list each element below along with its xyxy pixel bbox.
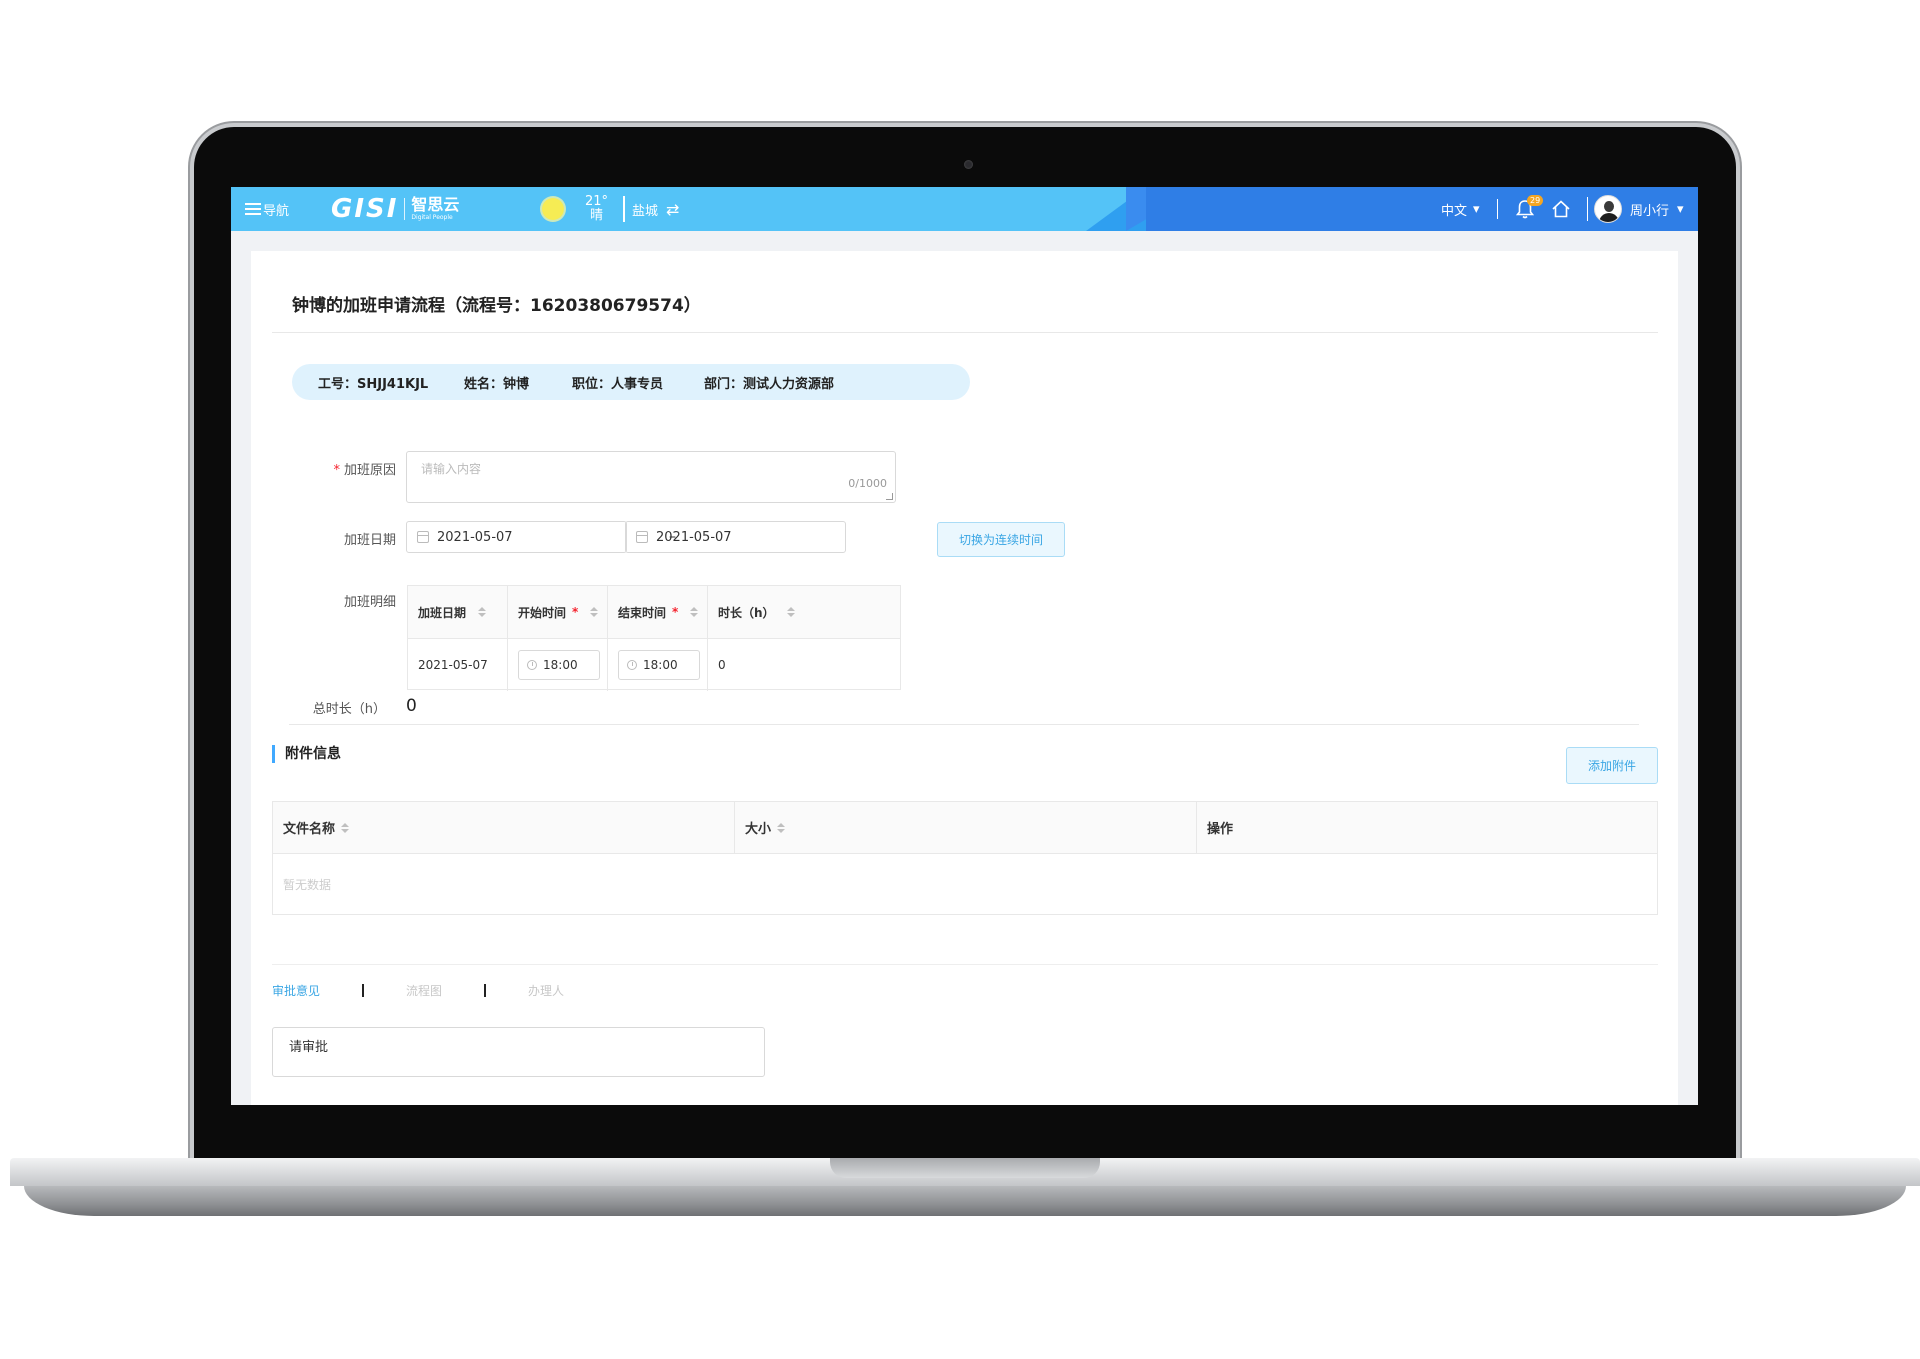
home-icon — [1552, 200, 1570, 218]
employee-id: 工号：SHJJ41KJL — [318, 376, 429, 392]
content-card: 钟博的加班申请流程（流程号：1620380679574） 工号：SHJJ41KJ… — [251, 251, 1678, 1105]
reason-label: * 加班原因 — [333, 463, 396, 478]
total-label: 总时长（h） — [312, 702, 386, 717]
tab-flowchart[interactable]: 流程图 — [406, 982, 442, 999]
logo-sub: Digital People — [411, 214, 453, 221]
attachments-section-title: 附件信息 — [272, 745, 341, 763]
sun-icon — [542, 187, 564, 231]
home-button[interactable] — [1551, 187, 1571, 231]
table-header: 加班日期 开始时间 * 结束时间 * 时长（h） — [408, 586, 900, 639]
approval-comment-value: 请审批 — [289, 1040, 329, 1055]
col-header-date[interactable]: 加班日期 — [408, 586, 508, 638]
date-end-value: 2021-05-07 — [656, 529, 732, 545]
language-label: 中文 — [1441, 203, 1468, 219]
logo-text: GISI — [331, 194, 399, 224]
sort-icon[interactable] — [590, 607, 599, 617]
notification-button[interactable]: 29 — [1516, 187, 1544, 231]
city-switcher[interactable]: 盐城 ⇄ — [632, 187, 679, 231]
col-header-hours[interactable]: 时长（h） — [708, 586, 808, 638]
user-name: 周小行 — [1630, 203, 1670, 219]
approval-tabs: 审批意见 流程图 办理人 — [272, 982, 564, 999]
start-time-input[interactable]: 18:00 — [518, 650, 600, 680]
language-select[interactable]: 中文 ▾ — [1441, 187, 1480, 231]
table-row: 2021-05-07 18:00 18:00 0 — [408, 639, 900, 691]
date-start-input[interactable]: 2021-05-07 — [406, 521, 627, 553]
sort-icon[interactable] — [478, 607, 487, 617]
employee-name: 姓名：钟博 — [464, 376, 530, 392]
chevron-down-icon: ▾ — [1677, 201, 1684, 217]
col-header-actions: 操作 — [1207, 822, 1234, 837]
sort-icon[interactable] — [777, 822, 786, 833]
reason-count: 0/1000 — [848, 477, 887, 490]
sort-icon[interactable] — [786, 607, 795, 617]
employee-position: 职位：人事专员 — [572, 376, 664, 392]
employee-info-bar: 工号：SHJJ41KJL 姓名：钟博 职位：人事专员 部门：测试人力资源部 — [292, 364, 970, 400]
approval-comment-textarea[interactable]: 请审批 — [272, 1027, 765, 1077]
table-header: 文件名称 大小 操作 — [273, 802, 1657, 854]
reason-placeholder: 请输入内容 — [421, 462, 482, 476]
chevron-down-icon: ▾ — [1473, 201, 1480, 217]
notification-badge: 29 — [1527, 195, 1544, 206]
empty-state-text: 暂无数据 — [283, 878, 332, 892]
clock-icon — [527, 660, 537, 670]
date-label: 加班日期 — [343, 533, 396, 548]
cell-hours: 0 — [718, 658, 726, 672]
col-header-filename[interactable]: 文件名称 — [273, 802, 735, 853]
top-navigation-bar: 导航 GISI 智思云 Digital People 21° 晴 盐城 ⇄ 中文… — [231, 187, 1698, 231]
hamburger-icon — [245, 203, 261, 215]
user-menu[interactable]: 周小行 ▾ — [1594, 187, 1684, 231]
total-value: 0 — [406, 696, 417, 716]
sort-icon[interactable] — [341, 822, 350, 833]
tab-handler[interactable]: 办理人 — [528, 982, 564, 999]
clock-icon — [627, 660, 637, 670]
cell-date: 2021-05-07 — [408, 639, 508, 691]
weather-desc: 晴 — [590, 208, 604, 223]
nav-label: 导航 — [263, 203, 290, 219]
laptop-notch — [830, 1158, 1100, 1178]
col-header-end[interactable]: 结束时间 * — [608, 586, 708, 638]
add-attachment-button[interactable]: 添加附件 — [1566, 747, 1658, 784]
page-title: 钟博的加班申请流程（流程号：1620380679574） — [292, 296, 701, 316]
col-header-start[interactable]: 开始时间 * — [508, 586, 608, 638]
switch-arrows-icon: ⇄ — [666, 199, 680, 219]
reason-textarea[interactable]: 请输入内容 0/1000 — [406, 451, 896, 503]
calendar-icon — [636, 531, 648, 543]
tab-approval-opinion[interactable]: 审批意见 — [272, 982, 320, 999]
end-time-input[interactable]: 18:00 — [618, 650, 700, 680]
laptop-base-bottom — [24, 1186, 1906, 1216]
attachments-table: 文件名称 大小 操作 暂无数据 — [272, 801, 1658, 915]
employee-department: 部门：测试人力资源部 — [704, 376, 835, 392]
resize-handle-icon[interactable] — [886, 493, 893, 500]
avatar — [1594, 195, 1622, 223]
detail-label: 加班明细 — [343, 595, 396, 610]
sort-icon[interactable] — [690, 607, 699, 617]
date-end-input[interactable]: 2021-05-07 — [625, 521, 846, 553]
brand-logo: GISI 智思云 Digital People — [331, 187, 459, 231]
logo-cn: 智思云 — [411, 195, 460, 214]
screen: 导航 GISI 智思云 Digital People 21° 晴 盐城 ⇄ 中文… — [231, 187, 1698, 1105]
weather-info: 21° 晴 — [585, 187, 608, 231]
overtime-detail-table: 加班日期 开始时间 * 结束时间 * 时长（h） 2021-05-07 18:0… — [407, 585, 901, 691]
camera-icon — [964, 160, 973, 169]
col-header-size[interactable]: 大小 — [735, 802, 1197, 853]
switch-continuous-button[interactable]: 切换为连续时间 — [937, 522, 1065, 557]
city-name: 盐城 — [632, 203, 659, 219]
weather-temp: 21° — [585, 194, 609, 209]
nav-menu-button[interactable]: 导航 — [245, 187, 289, 231]
calendar-icon — [417, 531, 429, 543]
date-start-value: 2021-05-07 — [437, 529, 513, 545]
